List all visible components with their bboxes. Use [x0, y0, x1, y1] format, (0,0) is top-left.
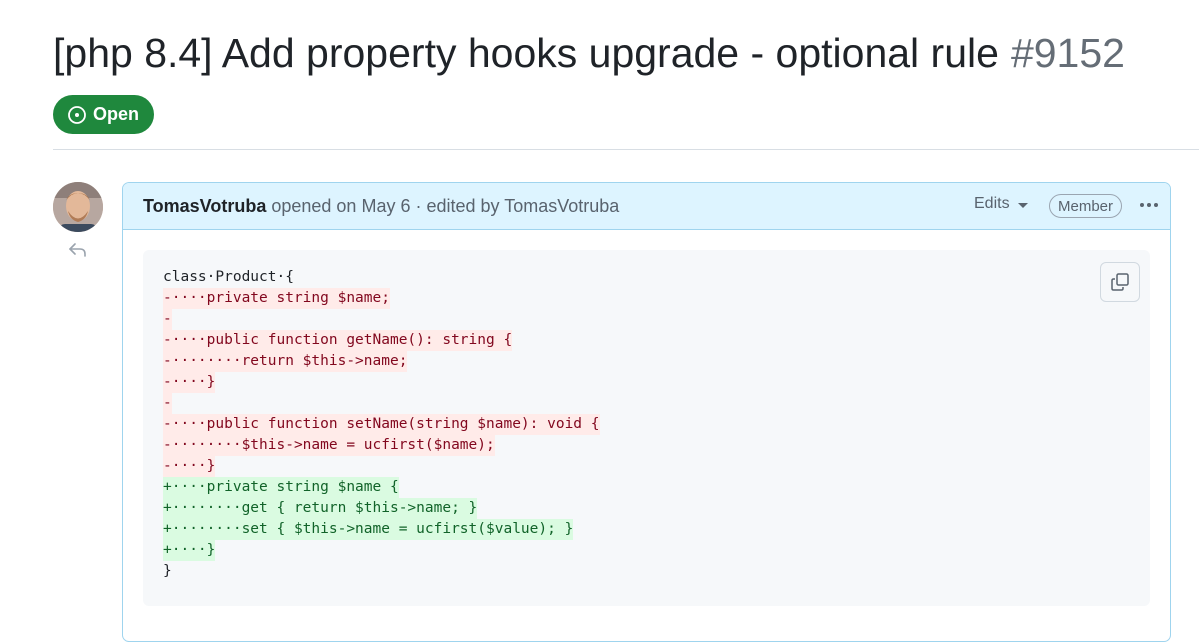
kebab-dot-icon [1147, 203, 1151, 207]
code-line: } [163, 561, 1150, 582]
code-text: } [163, 563, 172, 579]
code-text: -····private string $name; [163, 288, 390, 309]
issue-title-text: [php 8.4] Add property hooks upgrade - o… [53, 30, 999, 76]
code-text: -········$this->name = ucfirst($name); [163, 435, 495, 456]
avatar[interactable] [53, 182, 103, 232]
code-line-added: +····} [163, 540, 1150, 561]
code-text: +····} [163, 540, 216, 561]
code-text: -········return $this->name; [163, 351, 408, 372]
more-options-button[interactable] [1138, 194, 1160, 216]
status-badge: Open [53, 95, 155, 134]
user-avatar-icon [53, 182, 103, 232]
code-line-removed: - [163, 393, 1150, 414]
issue-open-icon [67, 105, 87, 125]
edits-dropdown[interactable]: Edits [974, 195, 1028, 213]
code-text: -····public function getName(): string { [163, 330, 513, 351]
code-block: class·Product·{ -····private string $name… [143, 250, 1150, 606]
code-text: +········get { return $this->name; } [163, 498, 478, 519]
code-line: class·Product·{ [163, 267, 1150, 288]
code-line-removed: -····public function setName(string $nam… [163, 414, 1150, 435]
code-lines: class·Product·{ -····private string $name… [163, 267, 1150, 582]
code-text: class·Product·{ [163, 269, 294, 285]
reply-icon[interactable] [67, 241, 89, 259]
code-line-removed: -····} [163, 456, 1150, 477]
code-line-removed: -····private string $name; [163, 288, 1150, 309]
issue-number[interactable]: #9152 [1011, 30, 1125, 76]
comment-box: TomasVotruba opened on May 6 · edited by… [122, 182, 1171, 642]
author-link[interactable]: TomasVotruba [143, 196, 266, 217]
member-badge: Member [1049, 194, 1123, 218]
code-line-removed: -········return $this->name; [163, 351, 1150, 372]
code-line-removed: -····public function getName(): string { [163, 330, 1150, 351]
code-text: -····} [163, 456, 216, 477]
code-line-removed: - [163, 309, 1150, 330]
header-divider [53, 149, 1199, 150]
copy-button[interactable] [1100, 262, 1140, 302]
status-label: Open [93, 104, 140, 124]
comment-header: TomasVotruba opened on May 6 · edited by… [123, 183, 1170, 230]
code-text: +····private string $name { [163, 477, 399, 498]
copy-icon [1111, 273, 1129, 291]
chevron-down-icon [1017, 202, 1028, 208]
issue-title: [php 8.4] Add property hooks upgrade - o… [53, 26, 1125, 80]
kebab-dot-icon [1154, 203, 1158, 207]
comment-meta: opened on May 6 · edited by TomasVotruba [271, 195, 620, 216]
code-line-added: +····private string $name { [163, 477, 1150, 498]
code-text: -····public function setName(string $nam… [163, 414, 600, 435]
code-line-added: +········set { $this->name = ucfirst($va… [163, 519, 1150, 540]
code-text: - [163, 393, 172, 414]
code-line-removed: -········$this->name = ucfirst($name); [163, 435, 1150, 456]
kebab-dot-icon [1140, 203, 1144, 207]
edits-label: Edits [974, 195, 1010, 212]
code-line-added: +········get { return $this->name; } [163, 498, 1150, 519]
code-line-removed: -····} [163, 372, 1150, 393]
code-text: +········set { $this->name = ucfirst($va… [163, 519, 574, 540]
code-text: -····} [163, 372, 216, 393]
code-text: - [163, 309, 172, 330]
